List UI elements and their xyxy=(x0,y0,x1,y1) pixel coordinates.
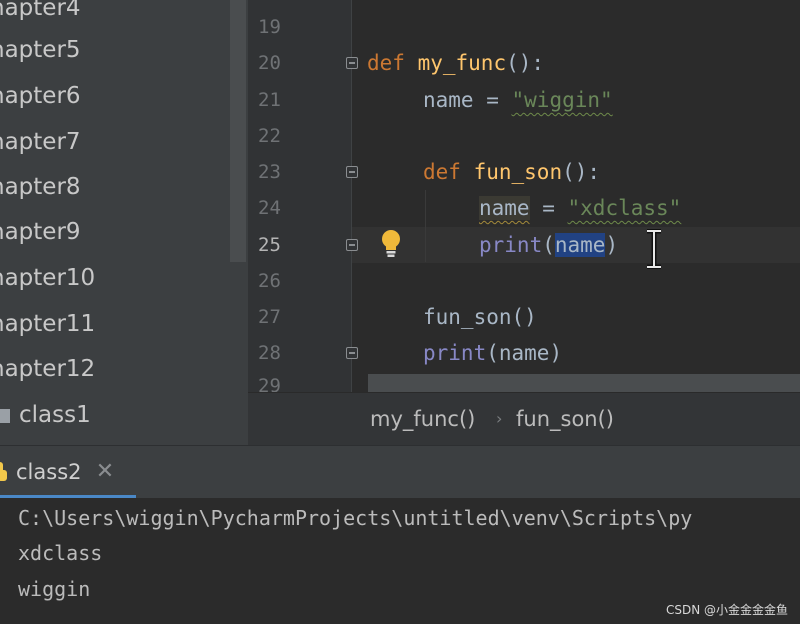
line-number: 28 xyxy=(258,342,281,364)
code-punct: ( xyxy=(542,233,555,257)
tree-item-chapter4[interactable]: napter4 xyxy=(0,0,81,26)
tree-item-chapter11[interactable]: napter11 xyxy=(0,306,95,342)
line-number: 19 xyxy=(258,16,281,38)
close-icon[interactable]: ✕ xyxy=(94,454,116,490)
selected-text[interactable]: name xyxy=(554,233,606,257)
code-punct: (): xyxy=(506,51,545,75)
variable: name xyxy=(423,88,474,112)
tree-item-chapter7[interactable]: napter7 xyxy=(0,124,81,160)
indent-guide xyxy=(425,190,426,262)
tree-item-label: napter12 xyxy=(0,356,96,382)
builtin-print: print xyxy=(479,233,543,257)
console-line: wiggin xyxy=(18,577,91,601)
code-punct: ) xyxy=(605,233,619,257)
breadcrumb: my_func() › fun_son() xyxy=(248,392,800,445)
code-punct: (): xyxy=(562,160,601,184)
fold-marker-icon[interactable] xyxy=(346,347,358,359)
string-literal: "xdclass" xyxy=(567,196,682,220)
console-line: C:\Users\wiggin\PycharmProjects\untitled… xyxy=(18,506,693,530)
code-punct: ) xyxy=(549,341,563,365)
line-number: 22 xyxy=(258,125,281,147)
code-line-27: fun_son() xyxy=(423,299,537,335)
line-number: 24 xyxy=(258,197,281,219)
project-tree: napter4 napter5 napter6 napter7 napter8 … xyxy=(0,0,248,445)
breadcrumb-fun-son[interactable]: fun_son() xyxy=(516,401,614,437)
sidebar-scrollbar[interactable] xyxy=(230,0,246,262)
tree-item-chapter12[interactable]: napter12 xyxy=(0,351,95,387)
tree-item-label: napter5 xyxy=(0,37,81,63)
line-number: 20 xyxy=(258,52,281,74)
fold-marker-icon[interactable] xyxy=(346,57,358,69)
code-operator: = xyxy=(473,88,512,112)
run-tab-class2[interactable]: class2 ✕ xyxy=(0,446,136,499)
text-cursor-icon xyxy=(647,229,661,269)
tree-item-label: napter10 xyxy=(0,265,96,291)
run-tab-label: class2 xyxy=(16,460,82,484)
tree-item-chapter5[interactable]: napter5 xyxy=(0,32,81,68)
code-line-25: print(name) xyxy=(479,227,618,263)
tree-item-chapter6[interactable]: napter6 xyxy=(0,78,81,114)
run-toolbar: class2 ✕ xyxy=(0,445,800,499)
breadcrumb-separator: › xyxy=(496,409,503,428)
code-punct: ( xyxy=(486,341,499,365)
tree-item-label: napter8 xyxy=(0,174,81,200)
builtin-print: print xyxy=(423,341,487,365)
code-line-28: print(name) xyxy=(423,335,562,371)
fold-marker-icon[interactable] xyxy=(346,166,358,178)
keyword-def: def xyxy=(423,160,461,184)
fold-marker-icon[interactable] xyxy=(346,239,358,251)
code-line-23: def fun_son(): xyxy=(423,154,600,190)
tree-item-chapter9[interactable]: napter9 xyxy=(0,214,81,250)
tree-item-label: napter7 xyxy=(0,129,81,155)
tree-item-chapter8[interactable]: napter8 xyxy=(0,169,81,205)
tree-item-label: class1 xyxy=(19,402,91,428)
code-line-24: name = "xdclass" xyxy=(479,190,681,226)
variable-shadowed: name xyxy=(479,196,530,220)
line-number: 21 xyxy=(258,89,281,111)
console-line: xdclass xyxy=(18,541,103,565)
watermark: CSDN @小金金金金鱼 xyxy=(665,603,788,617)
function-name: my_func xyxy=(417,51,507,75)
breadcrumb-my-func[interactable]: my_func() xyxy=(370,401,475,437)
python-file-icon xyxy=(0,409,10,423)
function-name: fun_son xyxy=(473,160,563,184)
code-line-20: def my_func(): xyxy=(367,45,544,81)
function-call: fun_son xyxy=(423,305,512,329)
line-number-current: 25 xyxy=(258,234,281,256)
tree-item-chapter10[interactable]: napter10 xyxy=(0,260,95,296)
code-editor[interactable]: 19 20 21 22 23 24 25 26 27 28 29 def my_… xyxy=(248,0,800,445)
tree-item-label: napter4 xyxy=(0,0,81,21)
keyword-def: def xyxy=(367,51,405,75)
string-literal: "wiggin" xyxy=(511,88,613,112)
line-number: 26 xyxy=(258,270,281,292)
python-icon xyxy=(0,462,7,481)
editor-horizontal-scrollbar[interactable] xyxy=(368,374,800,392)
line-number: 27 xyxy=(258,306,281,328)
tree-item-class1[interactable]: class1 xyxy=(0,397,91,433)
code-line-21: name = "wiggin" xyxy=(423,82,613,118)
variable: name xyxy=(498,341,550,365)
code-operator: = xyxy=(529,196,568,220)
code-punct: () xyxy=(511,305,537,329)
tree-item-label: napter11 xyxy=(0,311,96,337)
lightbulb-icon[interactable] xyxy=(378,228,404,260)
line-number: 23 xyxy=(258,161,281,183)
pycharm-window: napter4 napter5 napter6 napter7 napter8 … xyxy=(0,0,800,624)
tree-item-label: napter9 xyxy=(0,219,81,245)
tree-item-label: napter6 xyxy=(0,83,81,109)
